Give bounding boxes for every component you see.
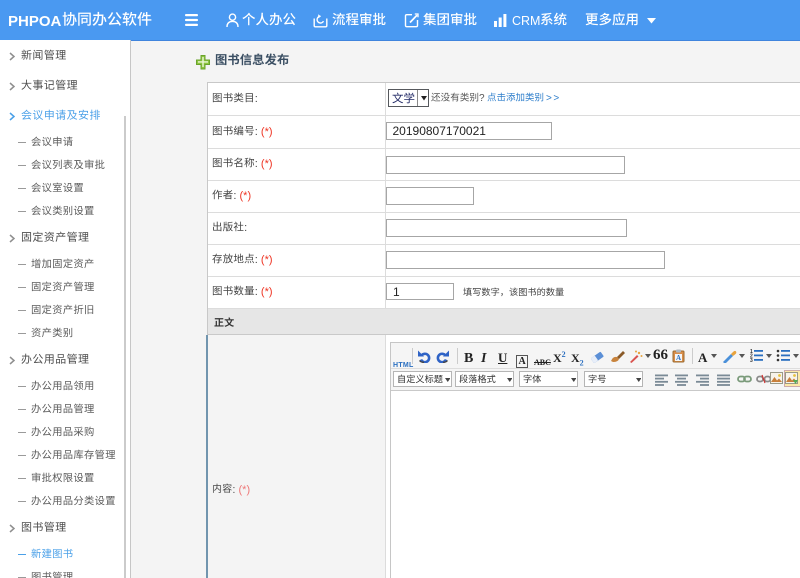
svg-text:3: 3: [750, 358, 753, 362]
svg-text:A: A: [676, 354, 681, 362]
